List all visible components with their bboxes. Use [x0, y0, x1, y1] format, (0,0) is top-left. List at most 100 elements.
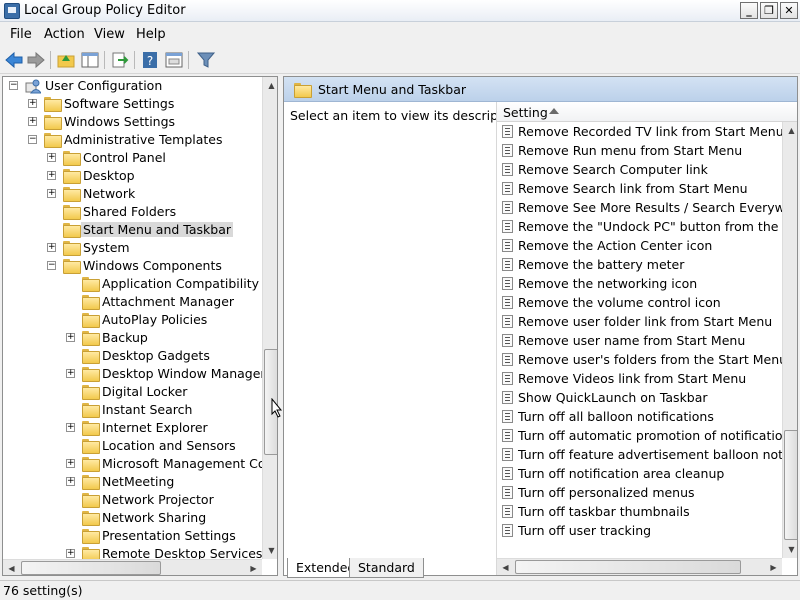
scroll-right-arrow-icon[interactable]: ▶ — [245, 560, 262, 575]
tree-item[interactable]: Network Sharing — [3, 509, 261, 527]
setting-row[interactable]: Remove user name from Start Menu — [497, 331, 785, 350]
setting-row[interactable]: Remove Run menu from Start Menu — [497, 141, 785, 160]
tree-item[interactable]: Attachment Manager — [3, 293, 261, 311]
tree-item[interactable]: Desktop Gadgets — [3, 347, 261, 365]
setting-row[interactable]: Remove Videos link from Start Menu — [497, 369, 785, 388]
tab-standard[interactable]: Standard — [349, 558, 424, 578]
expand-icon[interactable]: + — [66, 369, 75, 378]
collapse-icon[interactable]: − — [47, 261, 56, 270]
setting-row[interactable]: Turn off personalized menus — [497, 483, 785, 502]
back-icon[interactable] — [4, 51, 24, 69]
expand-icon[interactable]: + — [47, 243, 56, 252]
tree-item[interactable]: Shared Folders — [3, 203, 261, 221]
title-bar[interactable]: Local Group Policy Editor _ ❐ ✕ — [0, 0, 800, 22]
setting-name: Turn off all balloon notifications — [518, 409, 714, 424]
tree-item[interactable]: − Windows Components — [3, 257, 261, 275]
setting-row[interactable]: Remove the battery meter — [497, 255, 785, 274]
expand-icon[interactable]: + — [66, 477, 75, 486]
setting-row[interactable]: Remove the Action Center icon — [497, 236, 785, 255]
tree-item[interactable]: + Desktop Window Manager — [3, 365, 266, 383]
scroll-down-arrow-icon[interactable]: ▼ — [263, 542, 277, 559]
setting-row[interactable]: Remove Recorded TV link from Start Menu — [497, 122, 785, 141]
tree-item[interactable]: − Administrative Templates — [3, 131, 261, 149]
maximize-button[interactable]: ❐ — [760, 2, 778, 19]
setting-row[interactable]: Remove See More Results / Search Everywh… — [497, 198, 785, 217]
setting-row[interactable]: Remove user's folders from the Start Men… — [497, 350, 785, 369]
scroll-up-arrow-icon[interactable]: ▲ — [263, 77, 277, 94]
up-folder-icon[interactable] — [56, 51, 76, 69]
description-text: Select an item to view its description. — [290, 108, 526, 123]
tree-item[interactable]: + System — [3, 239, 261, 257]
tree-item[interactable]: + Microsoft Management Conso — [3, 455, 277, 473]
expand-icon[interactable]: + — [66, 549, 75, 558]
tree-item[interactable]: + Network — [3, 185, 261, 203]
tree-item[interactable]: + Backup — [3, 329, 261, 347]
expand-icon[interactable]: + — [28, 117, 37, 126]
tree-item[interactable]: + Software Settings — [3, 95, 261, 113]
list-vertical-scrollbar[interactable]: ▲ ▼ — [782, 122, 797, 558]
tree-item[interactable]: Location and Sensors — [3, 437, 261, 455]
filter-icon[interactable] — [196, 51, 216, 69]
scroll-left-arrow-icon[interactable]: ◀ — [3, 560, 20, 575]
help-icon[interactable]: ? — [140, 51, 160, 69]
collapse-icon[interactable]: − — [9, 81, 18, 90]
folder-icon — [63, 205, 81, 220]
expand-icon[interactable]: + — [47, 171, 56, 180]
menu-action[interactable]: Action — [44, 27, 85, 42]
setting-row[interactable]: Show QuickLaunch on Taskbar — [497, 388, 785, 407]
close-button[interactable]: ✕ — [780, 2, 798, 19]
setting-row[interactable]: Turn off user tracking — [497, 521, 785, 540]
setting-row[interactable]: Turn off notification area cleanup — [497, 464, 785, 483]
scroll-up-arrow-icon[interactable]: ▲ — [783, 122, 797, 139]
tree-item[interactable]: Instant Search — [3, 401, 261, 419]
scroll-down-arrow-icon[interactable]: ▼ — [783, 541, 797, 558]
setting-row[interactable]: Turn off feature advertisement balloon n… — [497, 445, 785, 464]
expand-icon[interactable]: + — [28, 99, 37, 108]
menu-file[interactable]: File — [10, 27, 32, 42]
tree-item[interactable]: Application Compatibility — [3, 275, 261, 293]
tree-item[interactable]: Digital Locker — [3, 383, 261, 401]
setting-row[interactable]: Turn off taskbar thumbnails — [497, 502, 785, 521]
tree-item[interactable]: + Internet Explorer — [3, 419, 261, 437]
tree-item[interactable]: + Windows Settings — [3, 113, 261, 131]
expand-icon[interactable]: + — [66, 459, 75, 468]
export-list-icon[interactable] — [110, 51, 130, 69]
forward-icon[interactable] — [26, 51, 46, 69]
scroll-thumb[interactable] — [784, 430, 797, 540]
setting-row[interactable]: Remove Search link from Start Menu — [497, 179, 785, 198]
setting-row[interactable]: Remove Search Computer link — [497, 160, 785, 179]
tree-item[interactable]: Network Projector — [3, 491, 261, 509]
show-hide-tree-icon[interactable] — [80, 51, 100, 69]
setting-row[interactable]: Remove the "Undock PC" button from the S… — [497, 217, 785, 236]
details-pane: Start Menu and Taskbar Select an item to… — [283, 76, 798, 576]
properties-icon[interactable] — [164, 51, 184, 69]
tree-item[interactable]: + NetMeeting — [3, 473, 261, 491]
expand-icon[interactable]: + — [66, 423, 75, 432]
tree-horizontal-scrollbar[interactable]: ◀ ▶ — [3, 559, 262, 575]
setting-row[interactable]: Turn off all balloon notifications — [497, 407, 785, 426]
view-tabs: Extended Standard — [283, 558, 798, 578]
setting-row[interactable]: Turn off automatic promotion of notifica… — [497, 426, 785, 445]
minimize-button[interactable]: _ — [740, 2, 758, 19]
settings-list[interactable]: Setting Remove Recorded TV link from Sta… — [496, 102, 797, 575]
setting-row[interactable]: Remove the volume control icon — [497, 293, 785, 312]
tree-item[interactable]: − User Configuration — [3, 77, 261, 95]
menu-help[interactable]: Help — [136, 27, 166, 42]
console-tree[interactable]: − User Configuration + Software Settings + Wi… — [2, 76, 278, 576]
expand-icon[interactable]: + — [47, 153, 56, 162]
scroll-thumb[interactable] — [21, 561, 161, 575]
tree-vertical-scrollbar[interactable]: ▲ ▼ — [262, 77, 277, 559]
tree-item[interactable]: AutoPlay Policies — [3, 311, 261, 329]
tree-item[interactable]: + Desktop — [3, 167, 261, 185]
setting-row[interactable]: Remove the networking icon — [497, 274, 785, 293]
collapse-icon[interactable]: − — [28, 135, 37, 144]
expand-icon[interactable]: + — [47, 189, 56, 198]
menu-view[interactable]: View — [94, 27, 125, 42]
tree-item-label: Desktop — [83, 168, 135, 183]
tree-item[interactable]: Presentation Settings — [3, 527, 261, 545]
setting-row[interactable]: Remove user folder link from Start Menu — [497, 312, 785, 331]
tree-item[interactable]: Start Menu and Taskbar — [3, 221, 261, 239]
expand-icon[interactable]: + — [66, 333, 75, 342]
tree-item[interactable]: + Control Panel — [3, 149, 261, 167]
column-header-setting[interactable]: Setting — [497, 102, 797, 122]
